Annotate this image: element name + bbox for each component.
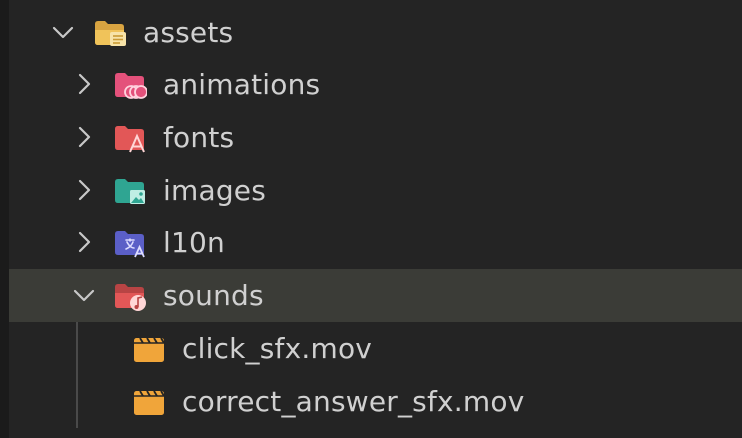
tree-item-label: sounds [163, 279, 264, 312]
video-file-icon [134, 390, 165, 415]
folder-animations-icon [115, 73, 147, 99]
tree-item-fonts[interactable]: fonts [9, 111, 742, 164]
tree-item-images[interactable]: images [9, 164, 742, 217]
tree-item-assets[interactable]: assets [9, 6, 742, 59]
folder-l10n-icon [115, 231, 145, 258]
tree-item-l10n[interactable]: l10n [9, 216, 742, 269]
chevron-right-icon[interactable] [71, 177, 97, 203]
chevron-right-icon[interactable] [71, 124, 97, 150]
folder-open-assets-icon [95, 21, 126, 46]
file-explorer: assets animations fonts images l10n soun… [0, 0, 742, 438]
tree-item-label: assets [143, 16, 234, 49]
tree-file-label: click_sfx.mov [182, 332, 373, 365]
chevron-down-icon[interactable] [71, 282, 97, 308]
tree-item-animations[interactable]: animations [9, 58, 742, 111]
chevron-right-icon[interactable] [71, 71, 97, 97]
folder-fonts-icon [115, 126, 145, 153]
tree-file-correct-answer-sfx[interactable]: correct_answer_sfx.mov [9, 375, 742, 428]
tree-item-sounds[interactable]: sounds [9, 269, 742, 322]
tree-file-click-sfx[interactable]: click_sfx.mov [9, 322, 742, 375]
explorer-gutter [0, 0, 9, 438]
tree-item-label: images [163, 174, 267, 207]
video-file-icon [134, 337, 165, 362]
folder-open-sounds-icon [115, 284, 146, 311]
tree-item-label: fonts [163, 121, 235, 154]
folder-images-icon [115, 179, 145, 204]
tree-item-label: l10n [163, 226, 225, 259]
chevron-right-icon[interactable] [71, 229, 97, 255]
chevron-down-icon[interactable] [50, 19, 76, 45]
tree-item-label: animations [163, 68, 321, 101]
tree-file-label: correct_answer_sfx.mov [182, 385, 525, 418]
